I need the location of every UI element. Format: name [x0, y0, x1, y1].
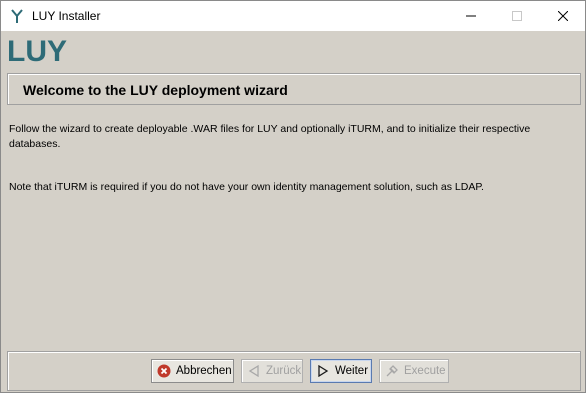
- page-title: Welcome to the LUY deployment wizard: [23, 82, 288, 98]
- svg-text:LUY: LUY: [7, 35, 67, 65]
- maximize-button: [494, 1, 539, 31]
- execute-icon: [384, 363, 400, 379]
- intro-text: Follow the wizard to create deployable .…: [9, 123, 531, 150]
- header-panel: Welcome to the LUY deployment wizard: [7, 73, 581, 105]
- note-text: Note that iTURM is required if you do no…: [9, 181, 484, 193]
- cancel-button-label: Abbrechen: [176, 365, 232, 377]
- close-icon: [557, 11, 568, 21]
- minimize-icon: [465, 15, 476, 17]
- arrow-left-icon: [246, 363, 262, 379]
- cancel-button[interactable]: Abbrechen: [151, 359, 234, 383]
- wizard-content: LUY Welcome to the LUY deployment wizard…: [1, 31, 585, 392]
- cancel-icon: [156, 363, 172, 379]
- back-button-label: Zurück: [266, 365, 302, 377]
- luy-logo: LUY: [7, 35, 67, 65]
- next-button[interactable]: Weiter: [310, 359, 372, 383]
- next-button-label: Weiter: [335, 365, 369, 377]
- installer-window: LUY Installer LUY Welcome to the LUY dep…: [0, 0, 586, 393]
- execute-button[interactable]: Execute: [379, 359, 449, 383]
- window-title: LUY Installer: [32, 9, 101, 23]
- title-bar[interactable]: LUY Installer: [1, 1, 585, 31]
- arrow-right-icon: [315, 363, 331, 379]
- app-logo-icon: [11, 9, 23, 23]
- execute-button-label: Execute: [404, 365, 446, 377]
- maximize-icon: [511, 11, 522, 21]
- minimize-button[interactable]: [448, 1, 493, 31]
- close-button[interactable]: [540, 1, 585, 31]
- back-button[interactable]: Zurück: [241, 359, 303, 383]
